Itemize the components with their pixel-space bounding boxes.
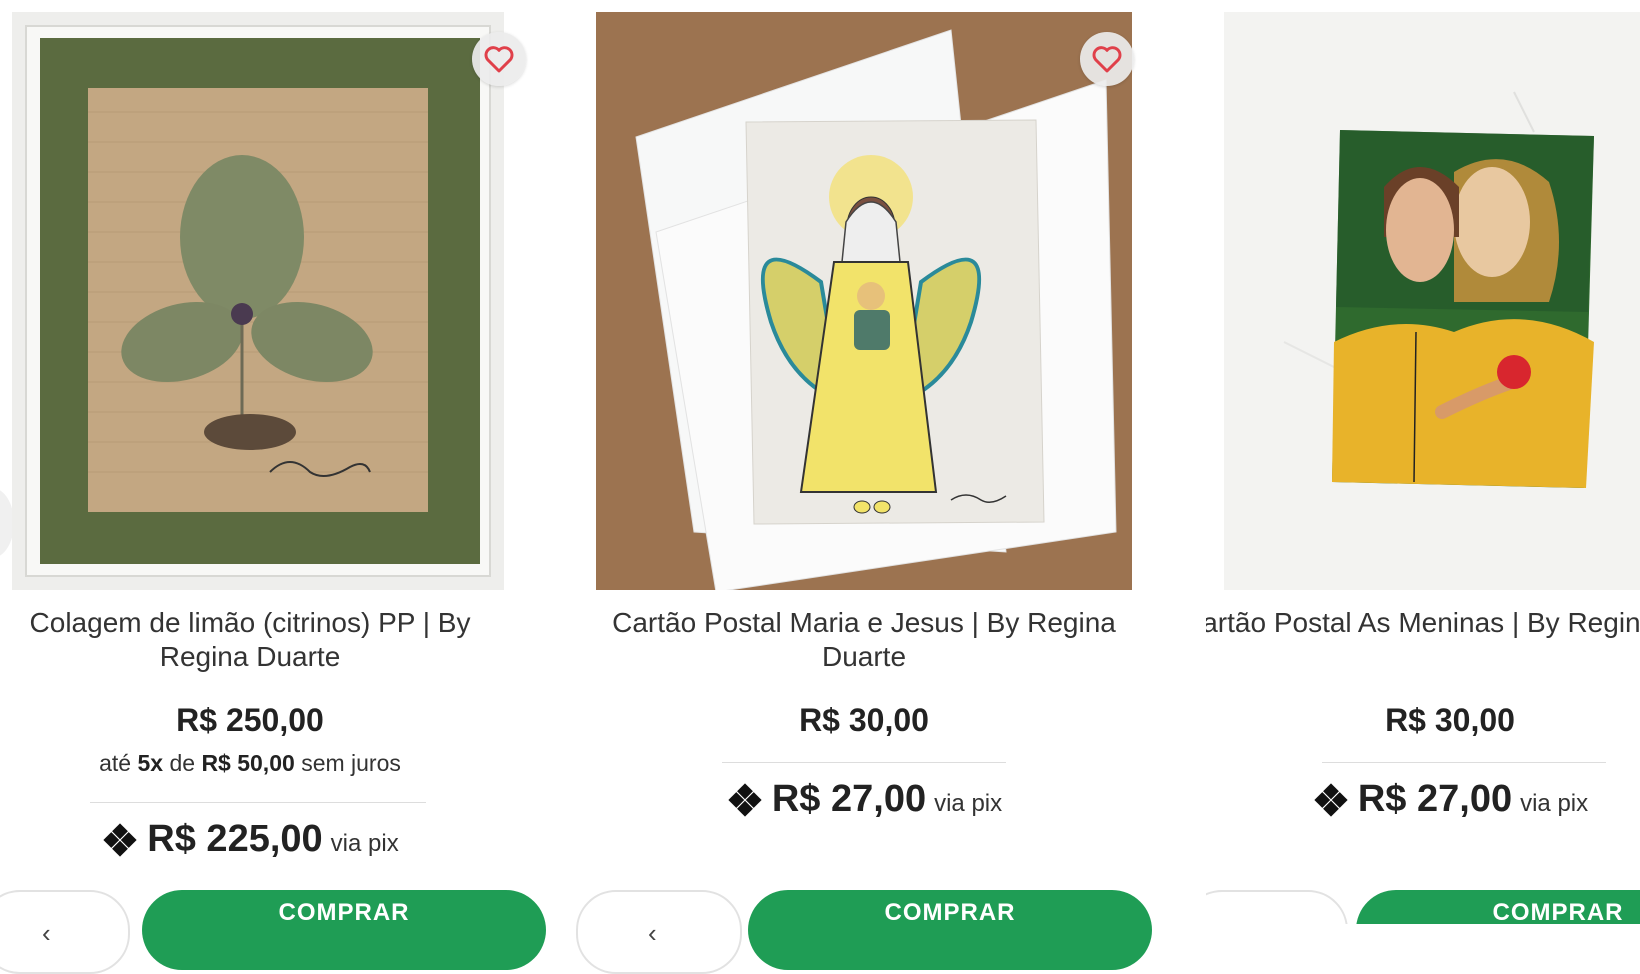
pix-icon xyxy=(1314,782,1348,817)
product-name-text: Cartão Postal As Meninas | By Regina Dua… xyxy=(1206,607,1640,638)
installment-suffix: sem juros xyxy=(301,750,401,776)
product-image[interactable] xyxy=(596,12,1132,590)
installment-info: até 5x de R$ 50,00 sem juros xyxy=(8,750,492,777)
pix-price: R$ 27,00 xyxy=(771,778,927,820)
product-image[interactable] xyxy=(1224,12,1640,590)
pix-price: R$ 27,00 xyxy=(1357,778,1513,820)
heart-icon xyxy=(1092,46,1122,73)
product-price: R$ 30,00 xyxy=(1385,702,1515,738)
buy-button[interactable]: COMPRAR xyxy=(1356,890,1640,924)
pix-label: via pix xyxy=(1520,790,1589,817)
pix-icon xyxy=(728,782,762,817)
pix-price-row: R$ 27,00 via pix xyxy=(1206,778,1640,821)
installment-count: 5x xyxy=(137,750,164,776)
price-divider xyxy=(722,762,1006,763)
quantity-stepper[interactable]: ‹ xyxy=(1206,890,1348,924)
minus-icon[interactable]: ‹ xyxy=(1254,918,1263,924)
product-name[interactable]: Cartão Postal Maria e Jesus | By Regina … xyxy=(596,606,1132,674)
price-divider xyxy=(1322,762,1606,763)
pix-icon xyxy=(103,822,137,857)
product-image[interactable] xyxy=(12,12,504,590)
pix-price: R$ 225,00 xyxy=(147,818,323,860)
favorite-button[interactable] xyxy=(1080,32,1134,86)
product-card: Cartão Postal As Meninas | By Regina Dua… xyxy=(1206,0,1640,924)
heart-icon xyxy=(484,46,514,73)
pix-price-row: R$ 225,00 via pix xyxy=(8,818,492,861)
pix-label: via pix xyxy=(330,830,399,857)
minus-icon[interactable]: ‹ xyxy=(648,918,657,949)
product-card: Cartão Postal Maria e Jesus | By Regina … xyxy=(576,0,1156,974)
quantity-stepper[interactable]: ‹ xyxy=(0,890,130,974)
product-name[interactable]: Colagem de limão (citrinos) PP | By Regi… xyxy=(8,606,492,674)
product-name[interactable]: Cartão Postal As Meninas | By Regina Dua… xyxy=(1206,606,1640,640)
favorite-button[interactable] xyxy=(472,32,526,86)
installment-prefix: até xyxy=(99,750,132,776)
installment-mid: de xyxy=(169,750,196,776)
product-price: R$ 30,00 xyxy=(799,702,929,738)
price-divider xyxy=(90,802,426,803)
quantity-stepper[interactable]: ‹ xyxy=(576,890,742,974)
pix-label: via pix xyxy=(934,790,1003,817)
buy-button[interactable]: COMPRAR xyxy=(142,890,546,970)
installment-value: R$ 50,00 xyxy=(201,750,295,776)
minus-icon[interactable]: ‹ xyxy=(42,918,51,949)
buy-button[interactable]: COMPRAR xyxy=(748,890,1152,970)
product-card: Colagem de limão (citrinos) PP | By Regi… xyxy=(0,0,560,974)
pix-price-row: R$ 27,00 via pix xyxy=(596,778,1132,821)
product-price: R$ 250,00 xyxy=(176,702,324,738)
